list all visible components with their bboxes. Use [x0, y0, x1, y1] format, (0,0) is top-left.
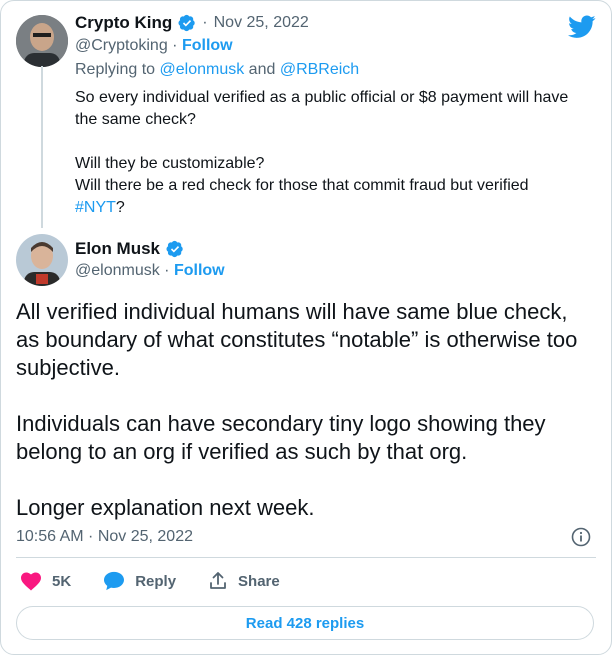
main-text-line: belong to an org if verified as such by …: [16, 439, 468, 464]
main-text-line: All verified individual humans will have…: [16, 299, 568, 324]
reply-date[interactable]: Nov 25, 2022: [214, 14, 309, 32]
main-author-handle[interactable]: @elonmusk: [75, 262, 160, 279]
main-text-line: subjective.: [16, 355, 120, 380]
elon-musk-avatar[interactable]: [16, 234, 68, 286]
mention-rbreich[interactable]: @RBReich: [280, 61, 359, 78]
main-text-line: as boundary of what constitutes “notable…: [16, 327, 578, 352]
read-replies-button[interactable]: Read 428 replies: [16, 606, 594, 640]
verified-badge-icon: [178, 14, 195, 32]
share-button[interactable]: Share: [208, 571, 280, 591]
share-icon: [210, 572, 226, 589]
separator-dot: ·: [164, 262, 170, 279]
verified-badge-icon: [166, 240, 183, 258]
follow-cryptoking-button[interactable]: Follow: [182, 37, 233, 54]
reply-tweet-body: So every individual verified as a public…: [75, 87, 568, 219]
main-text-line: Longer explanation next week.: [16, 495, 315, 520]
mention-elonmusk[interactable]: @elonmusk: [160, 61, 245, 78]
divider: [16, 557, 596, 558]
reply-author-name[interactable]: Crypto King: [75, 13, 172, 33]
info-icon[interactable]: [571, 527, 591, 547]
follow-elonmusk-button[interactable]: Follow: [174, 262, 225, 279]
crypto-king-avatar[interactable]: [16, 15, 68, 67]
separator-dot: ·: [172, 37, 178, 54]
main-author-name[interactable]: Elon Musk: [75, 239, 160, 259]
reply-label: Reply: [135, 572, 177, 590]
reply-button[interactable]: Reply: [103, 571, 176, 591]
main-tweet-body: All verified individual humans will have…: [16, 298, 577, 522]
reply-bubble-icon: [104, 571, 125, 591]
like-count: 5K: [52, 572, 72, 590]
reply-text-line: Will there be a red check for those that…: [75, 177, 529, 194]
replying-join: and: [248, 61, 276, 78]
thread-connector: [41, 66, 43, 228]
like-button[interactable]: 5K: [20, 571, 71, 591]
main-text-line: Individuals can have secondary tiny logo…: [16, 411, 546, 436]
avatar-image: [16, 234, 68, 286]
hashtag-nyt[interactable]: #NYT: [75, 199, 116, 216]
replying-prefix: Replying to: [75, 61, 156, 78]
reply-text-line: the same check?: [75, 111, 196, 128]
tweet-timestamp[interactable]: 10:56 AM · Nov 25, 2022: [16, 528, 193, 546]
avatar-image: [16, 15, 68, 67]
twitter-bird-icon[interactable]: [568, 15, 596, 39]
share-label: Share: [238, 572, 280, 590]
reply-text-line: So every individual verified as a public…: [75, 89, 569, 106]
heart-icon: [21, 572, 41, 591]
reply-text-line: Will they be customizable?: [75, 155, 265, 172]
reply-author-handle[interactable]: @Cryptoking: [75, 37, 168, 54]
hashtag-suffix: ?: [115, 199, 125, 216]
